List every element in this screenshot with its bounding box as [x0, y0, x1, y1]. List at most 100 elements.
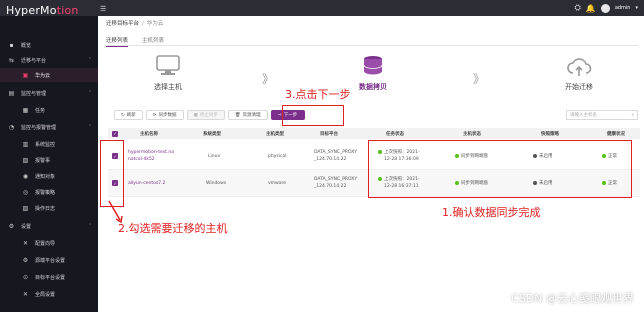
- sidebar-item-label: 全局设置: [35, 291, 56, 298]
- monitor-icon: ▤: [8, 89, 15, 97]
- col-os-type[interactable]: 系统类型: [203, 128, 221, 139]
- host-name-cell[interactable]: hypermotion-test.na natcal-4k52: [128, 143, 174, 169]
- sidebar-item-label: 目标平台设置: [35, 274, 66, 281]
- avatar[interactable]: [600, 3, 610, 13]
- refresh-button[interactable]: ↻ 刷新: [114, 110, 143, 120]
- search-placeholder: 请输入主机名: [570, 113, 597, 118]
- username[interactable]: admin: [615, 5, 631, 11]
- sidebar-item-label: 华为云: [35, 72, 51, 79]
- sidebar-item-migration[interactable]: ⇆ 迁移与平台 ⌃: [0, 53, 98, 67]
- policy-icon: ◎: [22, 188, 29, 196]
- sidebar-item-source-settings[interactable]: ⚙ 源端平台设置: [0, 253, 98, 267]
- breadcrumb-current: 华为云: [146, 21, 164, 27]
- col-snapshot-policy[interactable]: 快照策略: [541, 128, 559, 139]
- host-icon: [156, 55, 180, 75]
- col-target-platform[interactable]: 目标平台: [320, 128, 338, 139]
- sidebar-item-settings[interactable]: ⚙ 设置 ⌃: [0, 219, 98, 233]
- sidebar-item-alarm-events[interactable]: ▧ 报警事: [0, 153, 98, 167]
- task-icon: ▦: [22, 106, 29, 114]
- gear-icon: ⚙: [8, 222, 15, 230]
- sync-data-button[interactable]: ⟳ 同步数据: [145, 110, 184, 120]
- target-text: _124.70.14.22: [314, 157, 347, 162]
- table-header: ✓ 主机名称 系统类型 主机类型 目标平台 任务状态 主机状态 快照策略 健康状…: [108, 128, 640, 139]
- target-cell: DATA_SYNC_PROXY _124.70.14.22: [314, 170, 357, 196]
- sidebar-item-overview[interactable]: ▪ 概览: [0, 38, 98, 52]
- sidebar-item-system-monitor[interactable]: ▥ 系统监控: [0, 137, 98, 151]
- sidebar-item-label: 报警策略: [35, 189, 56, 196]
- chevron-up-icon: ⌃: [87, 124, 92, 130]
- col-host-type[interactable]: 主机类型: [266, 128, 284, 139]
- warning-icon: ▧: [22, 156, 29, 164]
- hamburger-icon[interactable]: ☰: [100, 5, 106, 13]
- chevron-down-icon[interactable]: ▾: [635, 5, 638, 11]
- step-select-host: 选择主机: [146, 54, 190, 92]
- watermark: CSDN @云心笺眼观世界: [511, 292, 634, 305]
- sync-icon: ⟳: [152, 112, 157, 118]
- annotation-step3: 3.点击下一步: [285, 88, 351, 101]
- cloud-icon: ▣: [22, 71, 29, 79]
- col-host-name[interactable]: 主机名称: [140, 128, 158, 139]
- os-cell: Windows: [206, 180, 227, 186]
- os-cell: Linux: [208, 153, 221, 159]
- sidebar-item-target-settings[interactable]: ⊙ 目标平台设置: [0, 270, 98, 284]
- host-name-link[interactable]: allyun-centos7.2: [128, 180, 165, 187]
- search-input[interactable]: 请输入主机名 ⌕: [566, 110, 638, 120]
- col-host-status[interactable]: 主机状态: [463, 128, 481, 139]
- col-task-status[interactable]: 任务状态: [386, 128, 404, 139]
- host-name-cell[interactable]: allyun-centos7.2: [128, 170, 165, 196]
- target-text: DATA_SYNC_PROXY: [314, 150, 358, 155]
- sidebar-item-global-settings[interactable]: ✕ 全局设置: [0, 287, 98, 301]
- breadcrumb-parent[interactable]: 迁移目标平台: [106, 21, 139, 27]
- dashboard-icon: ▪: [9, 41, 14, 49]
- user-icon[interactable]: ⛭: [574, 3, 580, 13]
- tab-divider: [106, 45, 638, 46]
- step-start-migration: 开始迁移: [557, 54, 601, 92]
- source-icon: ⚙: [22, 256, 29, 264]
- button-label: 同步数据: [158, 113, 177, 118]
- sidebar-item-alarm-policy[interactable]: ◎ 报警策略: [0, 185, 98, 199]
- sidebar-item-label: 概览: [21, 42, 32, 49]
- cloud-upload-icon: [567, 58, 592, 76]
- sidebar-item-label: 任务: [35, 107, 46, 114]
- user-area: ⛭ 🔔 admin ▾: [574, 3, 638, 13]
- bell-icon[interactable]: 🔔: [586, 4, 596, 13]
- sidebar-item-alarm-manage[interactable]: ◔ 监控与报警管理 ⌃: [0, 120, 98, 134]
- sidebar-item-label: 设置: [21, 223, 32, 230]
- sidebar-item-label: 源端平台设置: [35, 257, 66, 264]
- chart-icon: ▥: [22, 140, 29, 148]
- trash-icon: 🗑: [234, 112, 241, 118]
- stop-sync-button[interactable]: ■ 停止同步: [186, 110, 225, 120]
- database-icon: [363, 56, 383, 75]
- host-type-cell: physical: [268, 153, 287, 159]
- top-bar: HyperMotion ☰ ⛭ 🔔 admin ▾: [0, 0, 644, 17]
- resource-clean-button[interactable]: 🗑 资源清理: [227, 110, 268, 120]
- target-text: DATA_SYNC_PROXY: [314, 177, 358, 182]
- button-label: 资源清理: [242, 113, 261, 118]
- step-arrow-icon: 》: [262, 72, 275, 86]
- host-name-link[interactable]: hypermotion-test.na: [128, 149, 174, 156]
- bell-icon: ◔: [8, 123, 15, 131]
- col-health[interactable]: 健康状况: [607, 128, 625, 139]
- step-label: 数据拷贝: [359, 83, 387, 91]
- sidebar-item-monitor-manage[interactable]: ▤ 监控与管理 ⌃: [0, 86, 98, 100]
- log-icon: ▨: [22, 204, 29, 212]
- sidebar-item-notify-target[interactable]: ◉ 通知对象: [0, 169, 98, 183]
- chevron-up-icon: ⌃: [87, 57, 92, 63]
- next-step-highlight: [282, 105, 344, 126]
- sidebar-item-op-log[interactable]: ▨ 操作日志: [0, 201, 98, 215]
- host-type-cell: vmware: [268, 180, 287, 186]
- sidebar-item-config-wizard[interactable]: ✕ 配置向导: [0, 236, 98, 250]
- step-data-copy: 数据拷贝: [351, 54, 395, 92]
- step-label: 开始迁移: [565, 83, 593, 91]
- button-label: 刷新: [126, 113, 136, 118]
- sidebar-item-huaweicloud[interactable]: ▣ 华为云: [0, 68, 98, 82]
- sidebar-item-task[interactable]: ▦ 任务: [0, 103, 98, 117]
- sidebar-item-label: 配置向导: [35, 240, 56, 247]
- sidebar-item-label: 迁移与平台: [21, 57, 47, 64]
- host-name-link[interactable]: natcal-4k52: [128, 156, 155, 163]
- select-all-checkbox[interactable]: ✓: [112, 128, 118, 139]
- annotation-arrow-icon: [108, 200, 123, 224]
- sidebar-item-label: 操作日志: [35, 205, 56, 212]
- search-icon[interactable]: ⌕: [631, 112, 634, 118]
- global-icon: ✕: [22, 290, 29, 298]
